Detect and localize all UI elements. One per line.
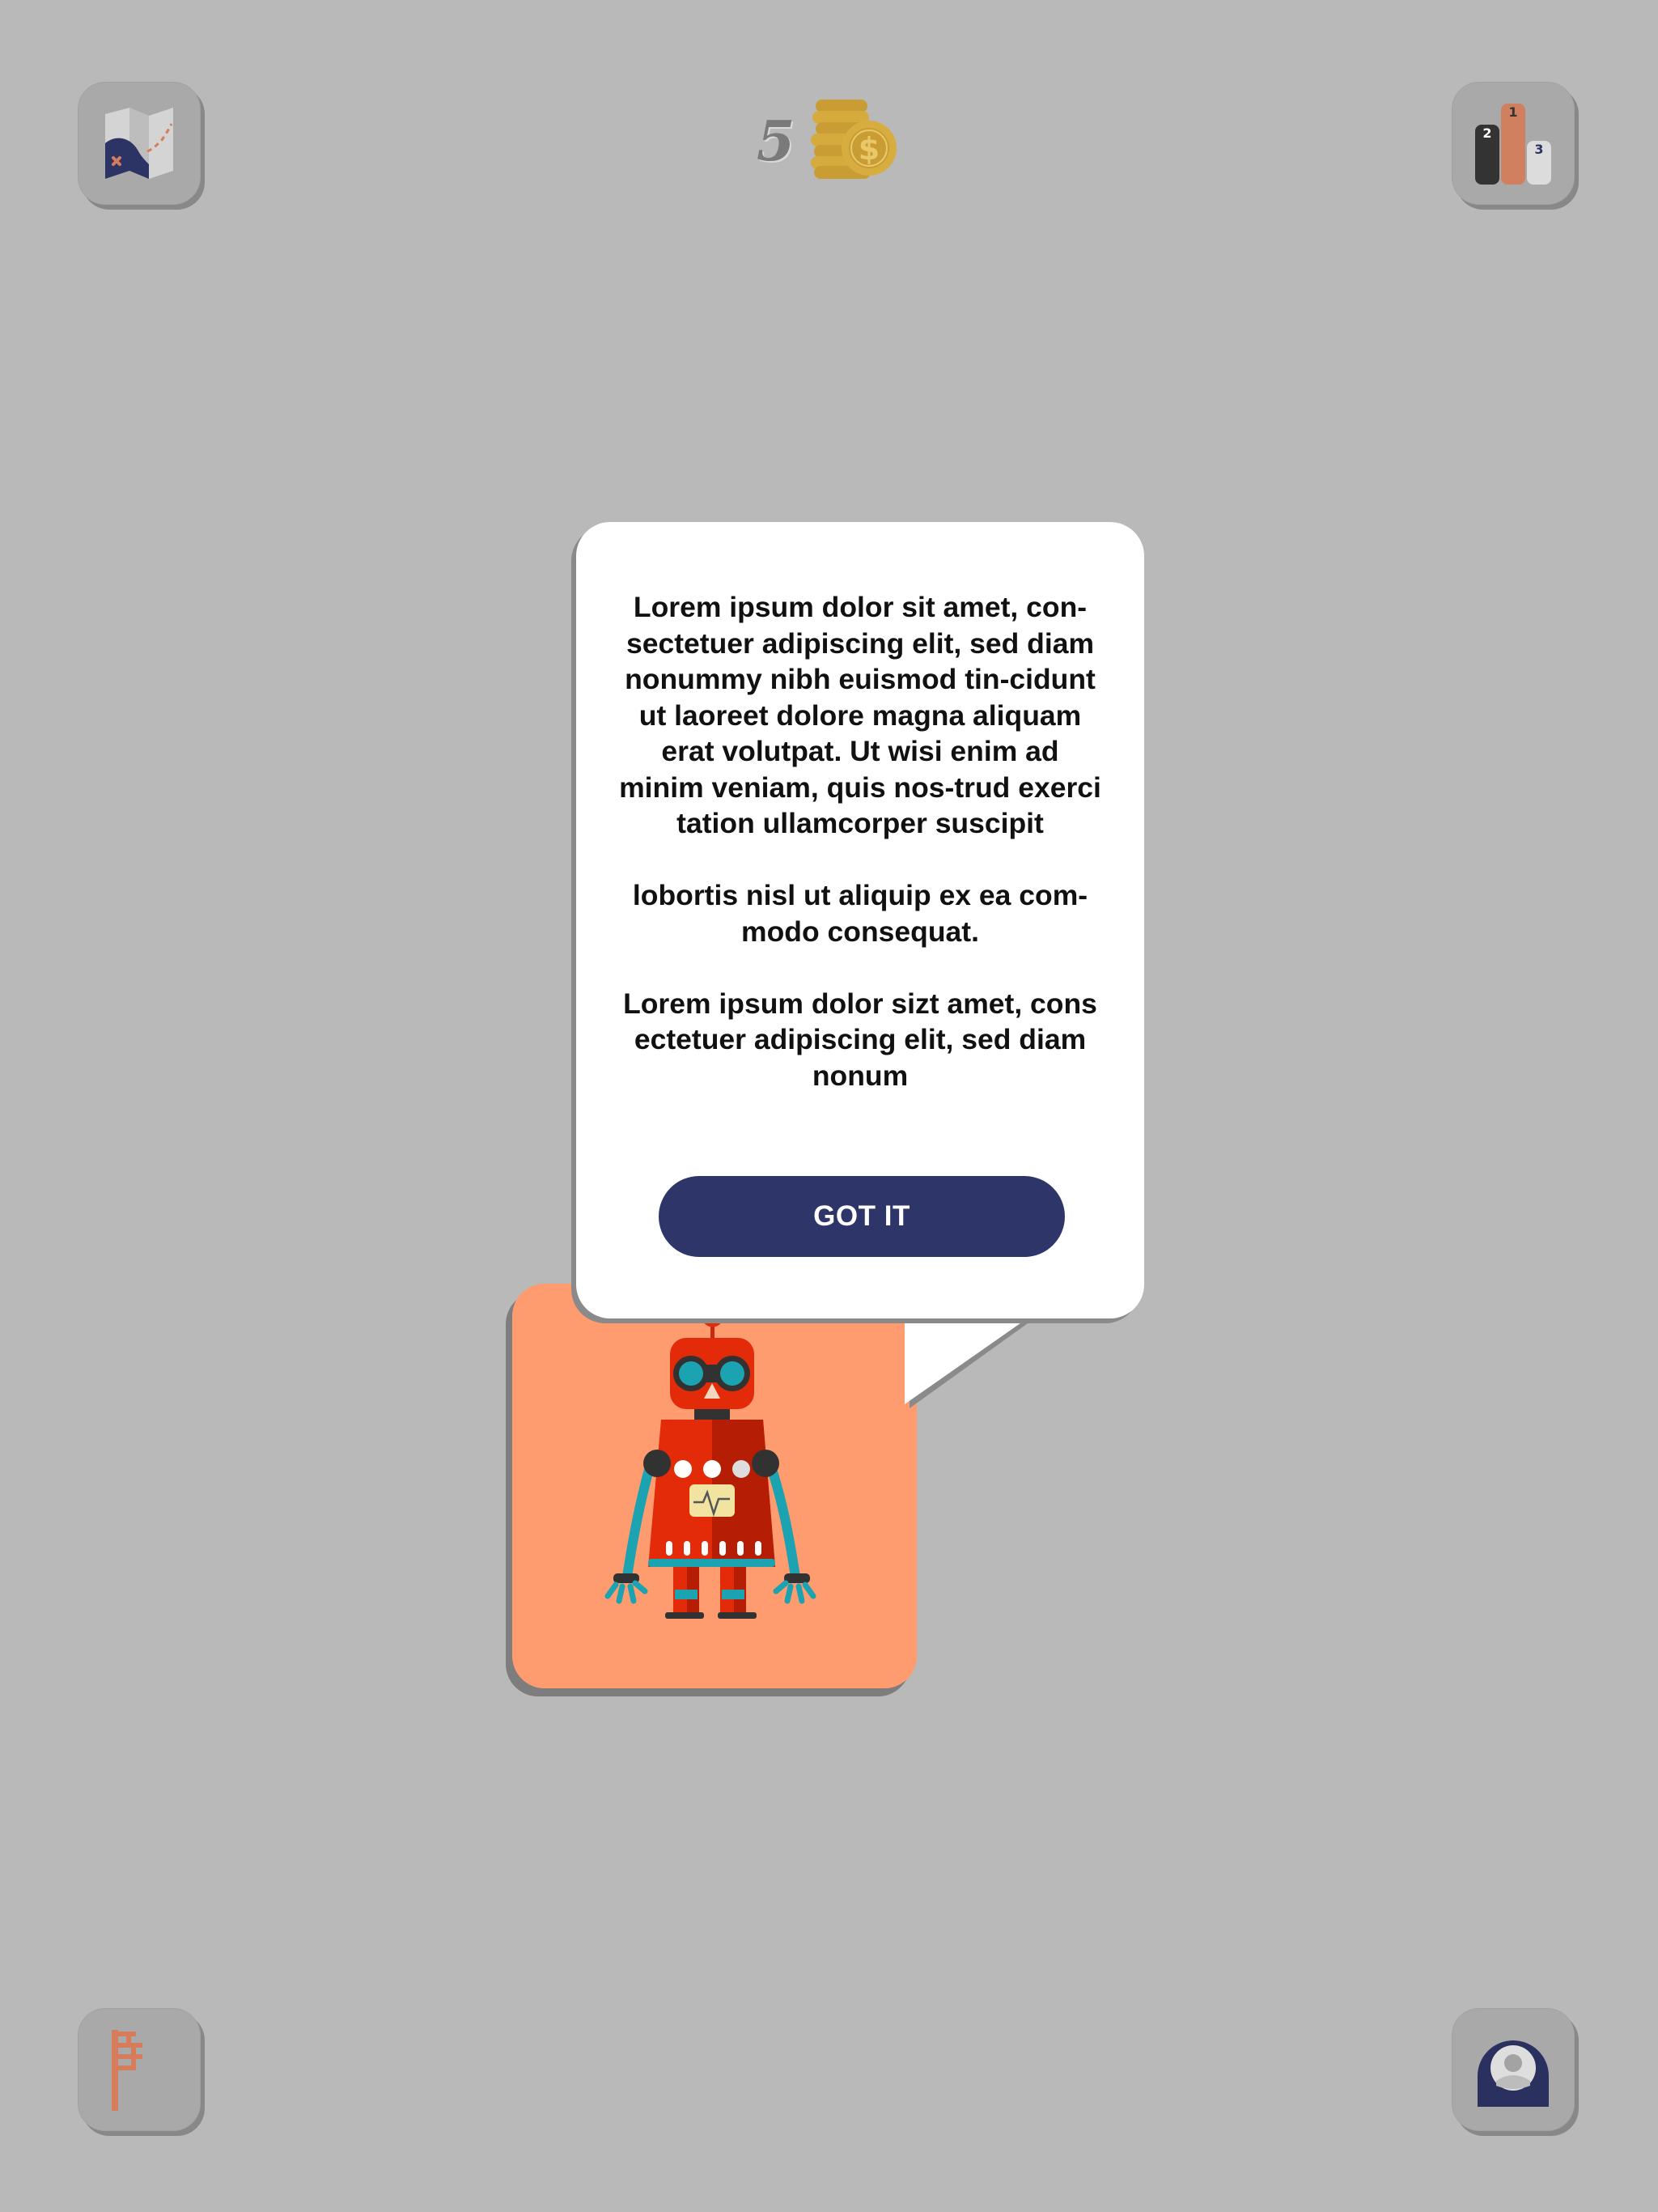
podium-icon: 2 1 3 bbox=[1469, 99, 1558, 188]
profile-icon bbox=[1473, 2029, 1554, 2110]
dialog-paragraph-2: lobortis nisl ut aliquip ex ea com-modo … bbox=[632, 879, 1088, 948]
profile-button[interactable] bbox=[1452, 2008, 1575, 2131]
flag-button[interactable] bbox=[78, 2008, 201, 2131]
coin-counter: 5 $ bbox=[757, 97, 898, 186]
dialog-paragraph-3: Lorem ipsum dolor sizt amet, cons ectetu… bbox=[623, 987, 1097, 1092]
tutorial-dialog: Lorem ipsum dolor sit amet, con-sectetue… bbox=[576, 522, 1144, 1412]
podium-label-1: 1 bbox=[1508, 104, 1517, 120]
dialog-paragraph-1: Lorem ipsum dolor sit amet, con-sectetue… bbox=[619, 591, 1101, 839]
flag-icon bbox=[99, 2025, 180, 2114]
map-button[interactable] bbox=[78, 82, 201, 205]
leaderboard-button[interactable]: 2 1 3 bbox=[1452, 82, 1575, 205]
map-icon bbox=[99, 103, 180, 184]
coin-count: 5 bbox=[757, 109, 795, 174]
dialog-message: Lorem ipsum dolor sit amet, con-sectetue… bbox=[617, 589, 1104, 1130]
svg-text:$: $ bbox=[859, 131, 880, 167]
podium-label-2: 2 bbox=[1482, 125, 1491, 141]
podium-label-3: 3 bbox=[1534, 142, 1543, 157]
got-it-button[interactable]: GOT IT bbox=[659, 1176, 1065, 1257]
coin-stack-icon: $ bbox=[808, 100, 898, 184]
speech-bubble: Lorem ipsum dolor sit amet, con-sectetue… bbox=[576, 522, 1144, 1318]
